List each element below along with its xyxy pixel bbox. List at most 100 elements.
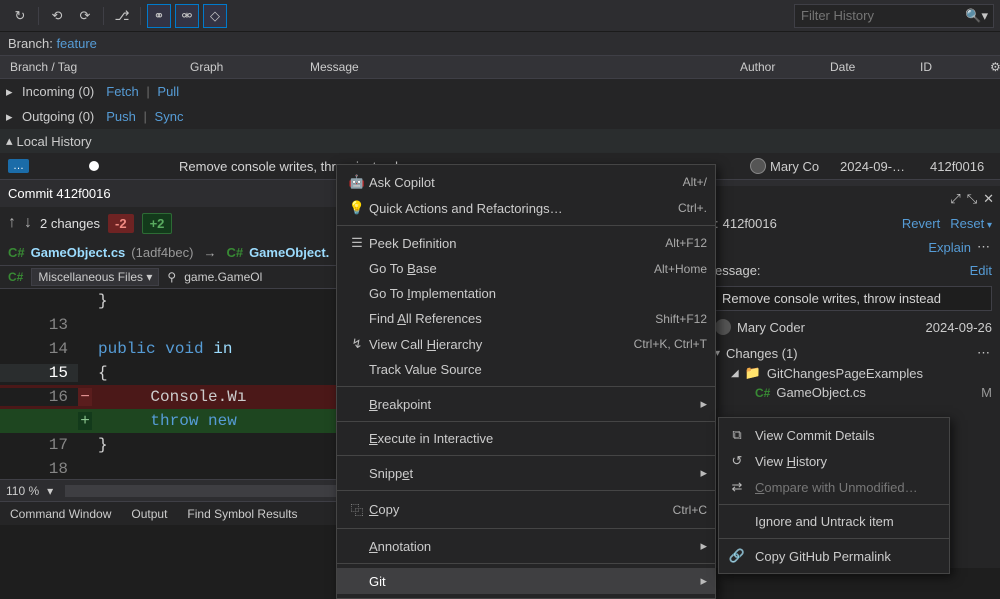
graph-node-icon — [89, 161, 99, 171]
search-icon[interactable]: 🔍▾ — [965, 8, 988, 24]
expand-icon[interactable]: ▸ — [6, 109, 18, 125]
menu-item-find-all-references[interactable]: Find All ReferencesShift+F12 — [337, 306, 715, 331]
commit-id: 412f0016 — [723, 216, 777, 231]
zoom-level[interactable]: 110 % — [6, 484, 39, 498]
sync-link[interactable]: Sync — [155, 109, 184, 124]
tree-folder[interactable]: ◢ 📁 GitChangesPageExamples — [707, 363, 1000, 383]
removed-badge: -2 — [108, 214, 134, 233]
submenu-item-view-history[interactable]: ↺View History — [719, 448, 949, 474]
branch-chip[interactable]: … — [8, 159, 29, 173]
menu-item-label: Peek Definition — [369, 236, 665, 251]
prev-change-icon[interactable]: ↑ — [8, 214, 16, 232]
submenu-item-copy-github-permalink[interactable]: 🔗 Copy GitHub Permalink — [719, 543, 949, 569]
outgoing-row[interactable]: ▸ Outgoing (0) Push | Sync — [0, 104, 1000, 129]
editor-context-menu: 🤖Ask CopilotAlt+/💡Quick Actions and Refa… — [336, 164, 716, 599]
tree-file[interactable]: C# GameObject.cs M — [707, 383, 1000, 402]
menu-item-execute-in-interactive[interactable]: Execute in Interactive — [337, 426, 715, 451]
commit-author: Mary Co — [750, 158, 840, 174]
menu-item-label: View History — [755, 454, 827, 469]
zoom-dropdown-icon[interactable]: ▾ — [47, 484, 53, 498]
more-options-icon[interactable]: ⋯ — [977, 239, 992, 255]
pop-out-icon[interactable]: ⤢ — [950, 191, 960, 207]
menu-item-label: Compare with Unmodified… — [755, 480, 918, 495]
graph-simple-icon[interactable]: ⚭ — [147, 4, 171, 28]
menu-item-label: Git — [369, 574, 692, 589]
menu-shortcut: Alt+F12 — [665, 236, 707, 250]
history-nav-fwd-icon[interactable]: ⟳ — [73, 4, 97, 28]
col-branch-tag[interactable]: Branch / Tag — [0, 60, 180, 74]
toolbar: ↻ ⟲ ⟳ ⎇ ⚭ ⚮ ◇ 🔍▾ — [0, 0, 1000, 32]
changes-count: 2 changes — [40, 216, 100, 231]
menu-item-icon: ☰ — [345, 235, 369, 251]
separator: | — [146, 84, 149, 99]
menu-item-label: Ask Copilot — [369, 175, 683, 190]
push-link[interactable]: Push — [106, 109, 136, 124]
menu-item-copy[interactable]: ⿻CopyCtrl+C — [337, 495, 715, 524]
refresh-icon[interactable]: ↻ — [8, 4, 32, 28]
tab-output[interactable]: Output — [121, 507, 177, 521]
incoming-label: Incoming (0) — [22, 84, 94, 99]
graph-full-icon[interactable]: ⚮ — [175, 4, 199, 28]
menu-item-label: Snippet — [369, 466, 692, 481]
branch-label: Branch: — [8, 36, 53, 51]
expand-icon[interactable]: ▸ — [6, 84, 18, 100]
menu-item-go-to-implementation[interactable]: Go To Implementation — [337, 281, 715, 306]
next-change-icon[interactable]: ↓ — [24, 214, 32, 232]
maximize-icon[interactable]: ⤡ — [967, 191, 977, 207]
col-author[interactable]: Author — [730, 60, 820, 74]
col-id[interactable]: ID — [910, 60, 980, 74]
explain-link[interactable]: Explain — [928, 240, 971, 255]
menu-shortcut: Shift+F12 — [655, 312, 707, 326]
branch-name-link[interactable]: feature — [56, 36, 96, 51]
history-nav-back-icon[interactable]: ⟲ — [45, 4, 69, 28]
filter-history-input[interactable] — [794, 4, 994, 28]
menu-item-view-call-hierarchy[interactable]: ↯View Call HierarchyCtrl+K, Ctrl+T — [337, 331, 715, 357]
commit-message-box[interactable]: Remove console writes, throw instead — [715, 286, 992, 311]
col-settings-icon[interactable]: ⚙ — [980, 60, 1000, 74]
menu-item-label: View Commit Details — [755, 428, 875, 443]
more-icon[interactable]: ⋯ — [977, 345, 992, 361]
menu-separator — [337, 455, 715, 456]
file-name: GameObject.cs — [776, 385, 866, 400]
branch-icon[interactable]: ⎇ — [110, 4, 134, 28]
menu-item-peek-definition[interactable]: ☰Peek DefinitionAlt+F12 — [337, 230, 715, 256]
col-graph[interactable]: Graph — [180, 60, 300, 74]
col-message[interactable]: Message — [300, 60, 730, 74]
menu-item-icon: 🔗 — [727, 548, 747, 564]
menu-item-track-value-source[interactable]: Track Value Source — [337, 357, 715, 382]
changes-label: Changes (1) — [726, 346, 798, 361]
tag-icon[interactable]: ◇ — [203, 4, 227, 28]
menu-separator — [719, 538, 949, 539]
project-dropdown[interactable]: Miscellaneous Files ▾ — [31, 268, 159, 286]
menu-item-snippet[interactable]: Snippet▸ — [337, 460, 715, 486]
collapse-icon[interactable]: ◢ — [731, 368, 739, 379]
tab-find-symbol[interactable]: Find Symbol Results — [177, 507, 307, 521]
col-date[interactable]: Date — [820, 60, 910, 74]
collapse-icon[interactable]: ▴ — [6, 133, 13, 149]
csharp-icon: C# — [755, 386, 770, 400]
submenu-item-ignore-and-untrack-item[interactable]: Ignore and Untrack item — [719, 509, 949, 534]
tab-command-window[interactable]: Command Window — [0, 507, 121, 521]
toolbar-separator — [38, 7, 39, 25]
csharp-icon: C# — [8, 270, 23, 284]
menu-item-ask-copilot[interactable]: 🤖Ask CopilotAlt+/ — [337, 169, 715, 195]
incoming-row[interactable]: ▸ Incoming (0) Fetch | Pull — [0, 79, 1000, 104]
close-icon[interactable]: ✕ — [983, 191, 994, 207]
menu-item-label: Copy GitHub Permalink — [755, 549, 891, 564]
pull-link[interactable]: Pull — [157, 84, 179, 99]
menu-item-git[interactable]: Git▸ — [337, 568, 715, 594]
revert-link[interactable]: Revert — [902, 216, 940, 231]
edit-message-link[interactable]: Edit — [970, 263, 992, 278]
menu-item-annotation[interactable]: Annotation▸ — [337, 533, 715, 559]
menu-item-go-to-base[interactable]: Go To BaseAlt+Home — [337, 256, 715, 281]
menu-item-label: Breakpoint — [369, 397, 692, 412]
menu-item-label: Go To Base — [369, 261, 654, 276]
changes-header[interactable]: ▾ Changes (1) ⋯ — [707, 343, 1000, 363]
menu-item-breakpoint[interactable]: Breakpoint▸ — [337, 391, 715, 417]
fetch-link[interactable]: Fetch — [106, 84, 139, 99]
local-history-row[interactable]: ▴ Local History — [0, 129, 1000, 153]
menu-item-quick-actions-and-refactorings[interactable]: 💡Quick Actions and Refactorings…Ctrl+. — [337, 195, 715, 221]
submenu-item-view-commit-details[interactable]: ⧉View Commit Details — [719, 422, 949, 448]
toolbar-separator — [140, 7, 141, 25]
reset-dropdown[interactable]: Reset — [950, 216, 992, 231]
